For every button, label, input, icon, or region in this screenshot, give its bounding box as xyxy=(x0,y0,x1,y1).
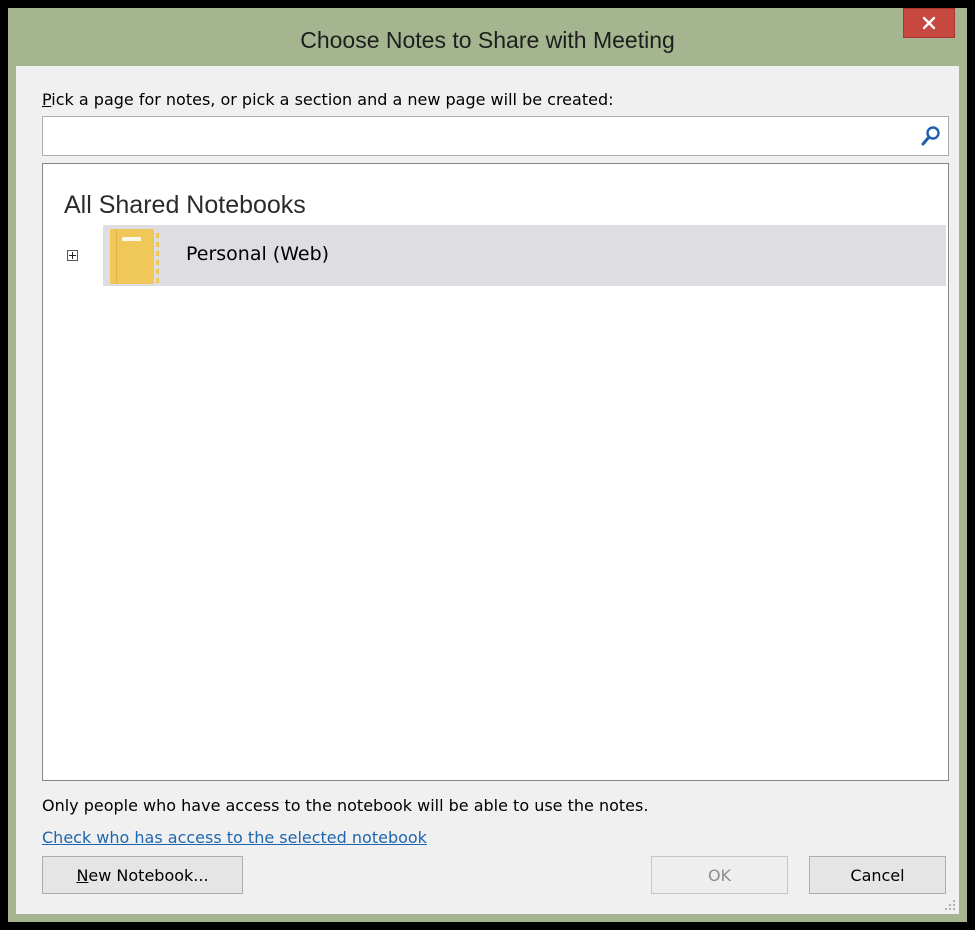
dialog-window: Choose Notes to Share with Meeting Pick … xyxy=(8,8,967,922)
new-notebook-label: ew Notebook... xyxy=(88,865,209,885)
pick-label-accelerator: P xyxy=(42,90,52,109)
search-box[interactable] xyxy=(42,116,949,156)
pick-page-label: Pick a page for notes, or pick a section… xyxy=(42,90,613,109)
pick-label-text: ick a page for notes, or pick a section … xyxy=(51,90,614,109)
search-icon[interactable] xyxy=(920,125,942,147)
notebook-label[interactable]: Personal (Web) xyxy=(186,243,329,265)
new-notebook-button[interactable]: New Notebook... xyxy=(42,856,243,894)
cancel-button[interactable]: Cancel xyxy=(809,856,946,894)
resize-grip-icon[interactable] xyxy=(944,899,956,911)
tree-header: All Shared Notebooks xyxy=(64,191,306,219)
check-access-link[interactable]: Check who has access to the selected not… xyxy=(42,828,427,847)
search-input[interactable] xyxy=(47,117,915,155)
ok-button[interactable]: OK xyxy=(651,856,788,894)
close-icon xyxy=(922,16,936,30)
dialog-title: Choose Notes to Share with Meeting xyxy=(300,27,675,53)
title-bar[interactable]: Choose Notes to Share with Meeting xyxy=(8,8,967,66)
notebook-icon xyxy=(110,229,159,284)
new-notebook-accelerator: N xyxy=(76,865,89,885)
dialog-body: Pick a page for notes, or pick a section… xyxy=(16,66,959,914)
close-button[interactable] xyxy=(903,8,955,38)
expand-icon[interactable] xyxy=(67,250,78,261)
notebook-tree[interactable]: All Shared Notebooks Personal (Web) xyxy=(42,163,949,781)
access-note: Only people who have access to the noteb… xyxy=(42,796,649,815)
